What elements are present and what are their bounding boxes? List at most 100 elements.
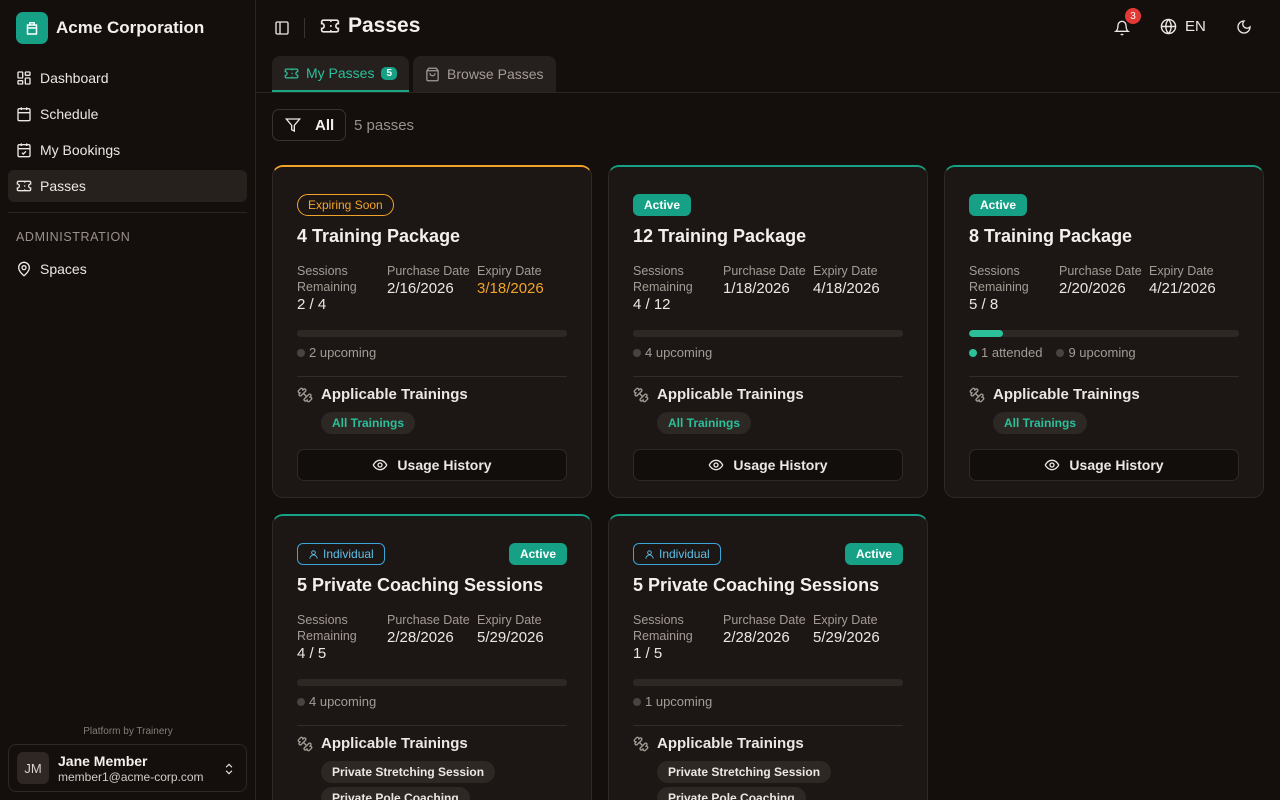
- upcoming-dot: [1056, 348, 1065, 357]
- stat-purchase: Purchase Date 2/28/2026: [387, 612, 477, 662]
- stat-label: Expiry Date: [477, 264, 542, 278]
- usage-history-button[interactable]: Usage History: [297, 449, 567, 481]
- purchase-date-value: 2/16/2026: [387, 280, 454, 297]
- upcoming-dot: [633, 348, 641, 357]
- usage-history-button[interactable]: Usage History: [969, 449, 1239, 481]
- purchase-date-value: 1/18/2026: [723, 280, 790, 297]
- dumbbell-icon: [969, 387, 985, 403]
- usage-legend: 2 upcoming: [297, 345, 376, 360]
- user-email: member1@acme-corp.com: [58, 769, 204, 784]
- applicable-trainings-heading: Applicable Trainings: [297, 386, 468, 403]
- purchase-date-value: 2/20/2026: [1059, 280, 1126, 297]
- calendar-check-icon: [16, 142, 32, 158]
- usage-progress-bar: [297, 330, 567, 337]
- stat-sessions: Sessions Remaining 5 / 8: [969, 263, 1059, 313]
- sidebar-item-label: Schedule: [40, 106, 99, 122]
- stat-purchase: Purchase Date 2/16/2026: [387, 263, 477, 313]
- card-divider: [297, 725, 567, 726]
- pass-card[interactable]: Active 12 Training Package Sessions Rema…: [608, 165, 928, 498]
- usage-legend: 1 attended 9 upcoming: [969, 345, 1136, 360]
- card-divider: [633, 376, 903, 377]
- upcoming-legend: 2 upcoming: [297, 345, 376, 360]
- filter-label: All: [315, 116, 335, 134]
- upcoming-dot: [297, 697, 305, 706]
- sidebar-divider: [8, 212, 247, 213]
- training-chips: All Trainings: [321, 412, 416, 434]
- pass-card[interactable]: Individual Active 5 Private Coaching Sess…: [608, 514, 928, 800]
- tab-label: Browse Passes: [447, 66, 544, 82]
- training-chip: Private Pole Coaching: [657, 787, 806, 800]
- pass-card[interactable]: Expiring Soon 4 Training Package Session…: [272, 165, 592, 498]
- expiry-date-value: 5/29/2026: [813, 629, 880, 646]
- pass-type-badge: Individual: [297, 543, 385, 565]
- tab-my-passes[interactable]: My Passes 5: [272, 56, 410, 92]
- stat-expiry: Expiry Date 4/21/2026: [1149, 263, 1239, 313]
- sidebar-item-spaces[interactable]: Spaces: [8, 253, 247, 285]
- badge-row: Active: [969, 194, 1239, 216]
- sidebar-toggle-icon[interactable]: [274, 20, 290, 36]
- page-title: Passes: [348, 14, 421, 37]
- usage-history-button[interactable]: Usage History: [633, 449, 903, 481]
- sessions-value: 4 / 12: [633, 296, 671, 313]
- stat-label: Sessions Remaining: [297, 613, 357, 643]
- usage-progress-bar: [633, 330, 903, 337]
- pass-title: 5 Private Coaching Sessions: [297, 575, 544, 595]
- stat-sessions: Sessions Remaining 4 / 12: [633, 263, 723, 313]
- sidebar-item-my-bookings[interactable]: My Bookings: [8, 134, 247, 166]
- tab-browse-passes[interactable]: Browse Passes: [413, 56, 556, 92]
- user-name: Jane Member: [58, 752, 148, 769]
- sidebar-item-dashboard[interactable]: Dashboard: [8, 62, 247, 94]
- chevrons-up-down-icon: [222, 761, 236, 777]
- sidebar-item-label: My Bookings: [40, 142, 121, 158]
- stat-expiry: Expiry Date 5/29/2026: [477, 612, 567, 662]
- stat-label: Expiry Date: [477, 613, 542, 627]
- stat-label: Sessions Remaining: [969, 264, 1029, 294]
- ticket-icon: [284, 66, 299, 81]
- training-chips: All Trainings: [993, 412, 1088, 434]
- applicable-trainings-heading: Applicable Trainings: [633, 386, 804, 403]
- pass-card[interactable]: Active 8 Training Package Sessions Remai…: [944, 165, 1264, 498]
- upcoming-dot: [633, 697, 641, 706]
- sidebar-item-passes[interactable]: Passes: [8, 170, 247, 202]
- tab-label: My Passes: [306, 65, 375, 81]
- pass-tabs: My Passes 5 Browse Passes: [272, 56, 556, 92]
- training-chips: All Trainings: [657, 412, 752, 434]
- progress-fill: [969, 330, 1003, 337]
- usage-progress-bar: [297, 679, 567, 686]
- pass-stats: Sessions Remaining 4 / 5 Purchase Date 2…: [297, 612, 567, 662]
- status-badge: Active: [969, 194, 1028, 216]
- shopping-bag-icon: [425, 67, 440, 82]
- pass-type-badge: Individual: [633, 543, 721, 565]
- pass-title: 8 Training Package: [969, 226, 1133, 246]
- stat-label: Expiry Date: [813, 613, 878, 627]
- applicable-trainings-heading: Applicable Trainings: [297, 735, 468, 752]
- filter-button[interactable]: All: [272, 109, 346, 141]
- training-chip: All Trainings: [657, 412, 752, 434]
- header-divider: [304, 18, 305, 38]
- pass-card[interactable]: Individual Active 5 Private Coaching Sess…: [272, 514, 592, 800]
- stat-sessions: Sessions Remaining 1 / 5: [633, 612, 723, 662]
- eye-icon: [708, 457, 724, 473]
- stat-label: Purchase Date: [723, 264, 806, 278]
- expiry-date-value: 3/18/2026: [477, 280, 544, 297]
- breadcrumb: Passes: [320, 14, 420, 38]
- sidebar-item-label: Dashboard: [40, 70, 109, 86]
- map-pin-icon: [16, 261, 32, 277]
- user-menu[interactable]: JM Jane Member member1@acme-corp.com: [8, 744, 247, 792]
- moon-icon[interactable]: [1236, 19, 1252, 35]
- sessions-value: 2 / 4: [297, 296, 327, 313]
- eye-icon: [1044, 457, 1060, 473]
- pass-title: 4 Training Package: [297, 226, 461, 246]
- sessions-value: 4 / 5: [297, 645, 327, 662]
- applicable-trainings-heading: Applicable Trainings: [633, 735, 804, 752]
- usage-progress-bar: [969, 330, 1239, 337]
- stat-label: Sessions Remaining: [633, 613, 693, 643]
- notification-count-badge: 3: [1125, 8, 1141, 24]
- sidebar-item-label: Passes: [40, 178, 86, 194]
- org-switcher[interactable]: Acme Corporation: [16, 12, 204, 44]
- usage-legend: 4 upcoming: [633, 345, 712, 360]
- language-switcher[interactable]: EN: [1160, 18, 1206, 35]
- sidebar-item-schedule[interactable]: Schedule: [8, 98, 247, 130]
- stat-purchase: Purchase Date 2/20/2026: [1059, 263, 1149, 313]
- dumbbell-icon: [633, 387, 649, 403]
